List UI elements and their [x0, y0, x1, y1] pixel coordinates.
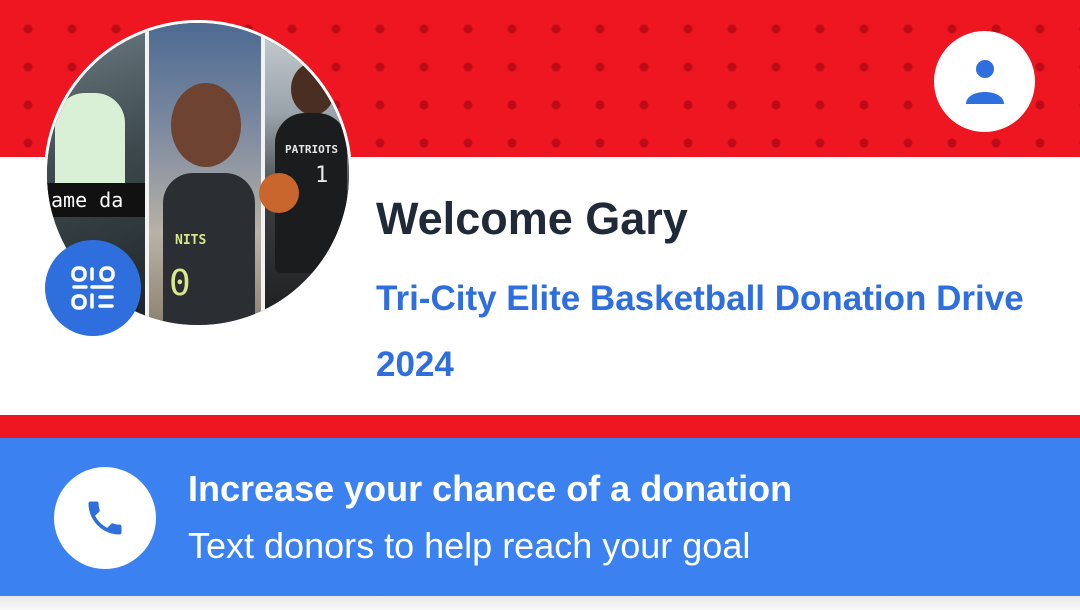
person-icon [965, 59, 1004, 104]
jersey-lettering: PATRIOTS [285, 143, 338, 156]
jersey-lettering: NITS [175, 233, 207, 248]
qr-code-icon [71, 266, 115, 310]
bottom-divider [0, 596, 1080, 610]
jersey-number: 1 [315, 163, 329, 188]
photo-caption: ame da [47, 183, 145, 217]
qr-code-button[interactable] [45, 240, 141, 336]
jersey-shape [163, 173, 255, 325]
player-head [171, 83, 241, 167]
welcome-heading: Welcome Gary [376, 193, 688, 244]
basketball [259, 173, 299, 213]
cta-title: Increase your chance of a donation [188, 468, 793, 509]
phone-icon [88, 501, 122, 535]
player-head [291, 63, 335, 115]
account-button[interactable] [934, 31, 1035, 132]
jersey-number: 0 [169, 263, 191, 304]
campaign-title: Tri-City Elite Basketball Donation Drive… [376, 279, 1024, 384]
photo-panel-center: NITS 0 [145, 23, 265, 325]
cta-subtitle: Text donors to help reach your goal [188, 525, 751, 566]
phone-button[interactable] [54, 467, 156, 569]
text-donors-banner[interactable]: Increase your chance of a donation Text … [0, 438, 1080, 596]
photo-panel-right: PATRIOTS 1 [259, 23, 349, 325]
